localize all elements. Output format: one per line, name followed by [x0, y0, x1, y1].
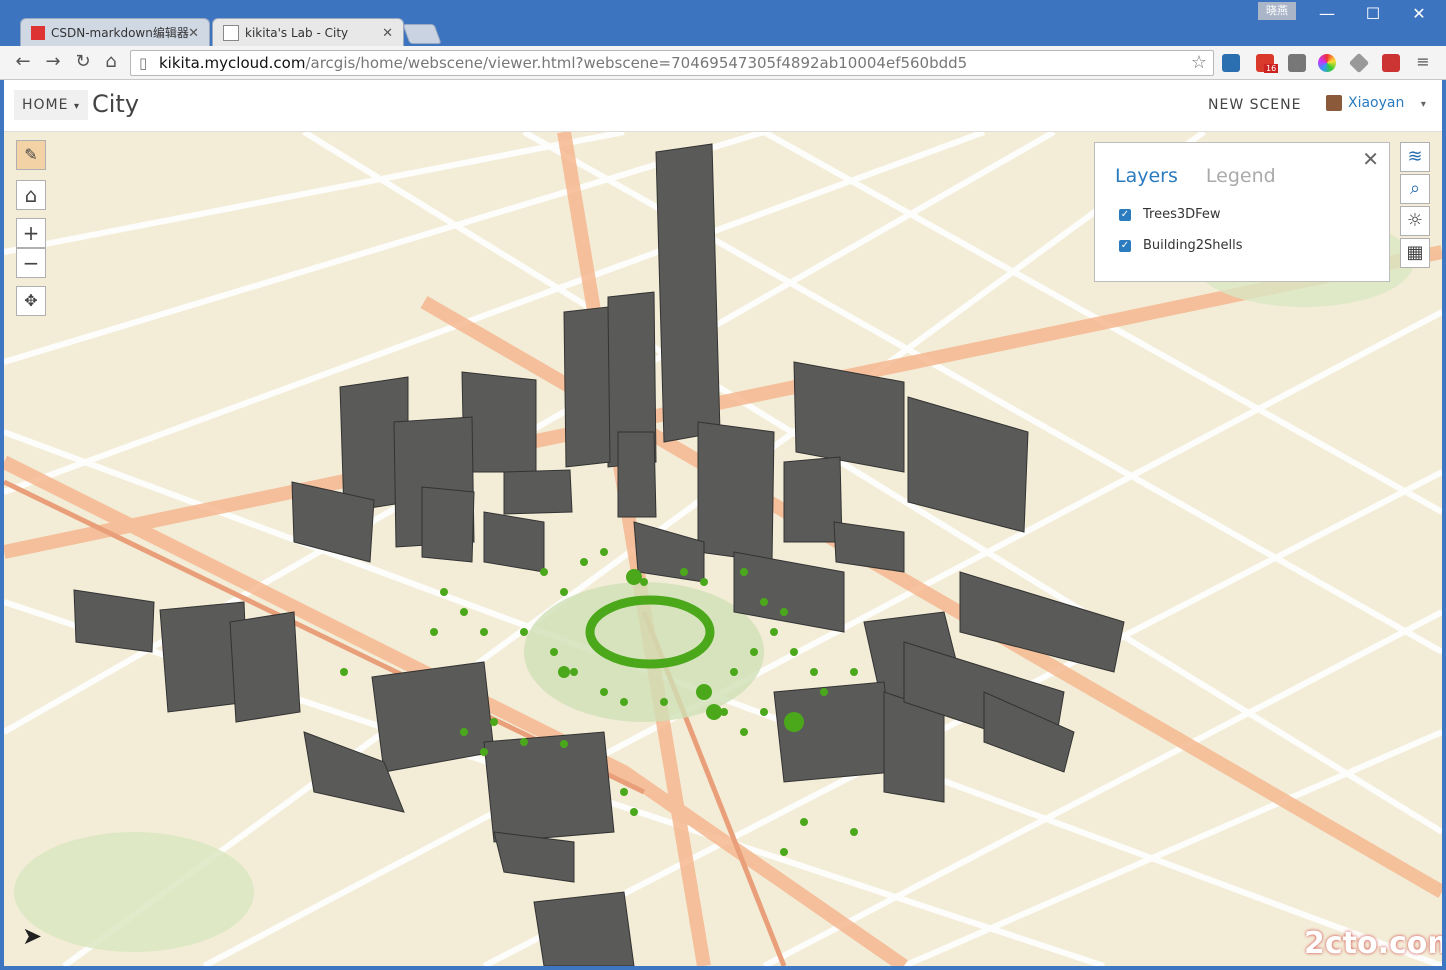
- gmail-count: 16: [1264, 64, 1279, 73]
- bookmark-extension-icon[interactable]: [1382, 54, 1400, 72]
- search-icon[interactable]: ⌕: [1400, 174, 1430, 204]
- close-tab-icon[interactable]: ✕: [382, 26, 393, 41]
- minimize-icon[interactable]: —: [1304, 4, 1350, 23]
- address-bar[interactable]: ▯ kikita.mycloud.com/arcgis/home/webscen…: [130, 50, 1214, 76]
- chevron-down-icon: ▾: [1420, 99, 1426, 110]
- bookmark-star-icon[interactable]: ☆: [1191, 51, 1207, 75]
- zoom-out-button[interactable]: −: [16, 248, 46, 278]
- watermark: 2cto.com: [1304, 926, 1442, 961]
- reload-icon[interactable]: ↻: [72, 51, 94, 73]
- menu-icon[interactable]: ≡: [1412, 51, 1434, 73]
- sketch-pencil-icon[interactable]: ✎: [16, 140, 46, 170]
- close-tab-icon[interactable]: ✕: [188, 26, 199, 41]
- zoom-in-button[interactable]: +: [16, 218, 46, 248]
- tab-label: kikita's Lab - City: [245, 25, 349, 40]
- tab-label: CSDN-markdown编辑器: [51, 26, 189, 40]
- close-window-icon[interactable]: ✕: [1396, 4, 1442, 23]
- layer-item-buildings[interactable]: ✓ Building2Shells: [1119, 238, 1243, 253]
- daylight-icon[interactable]: ☼: [1400, 206, 1430, 236]
- layer-item-trees[interactable]: ✓ Trees3DFew: [1119, 207, 1221, 222]
- bug-extension-icon[interactable]: [1288, 54, 1306, 72]
- profile-badge[interactable]: 晓燕: [1258, 2, 1296, 20]
- tab-city[interactable]: kikita's Lab - City ✕: [212, 18, 404, 46]
- back-icon[interactable]: ←: [12, 51, 34, 73]
- browser-window: CSDN-markdown编辑器 ✕ kikita's Lab - City ✕…: [0, 0, 1446, 970]
- close-icon[interactable]: ✕: [1362, 147, 1379, 171]
- home-menu-button[interactable]: HOME ▾: [14, 90, 88, 120]
- new-tab-button[interactable]: [402, 24, 442, 44]
- checkbox-checked-icon[interactable]: ✓: [1119, 239, 1131, 252]
- page-info-icon: ▯: [139, 54, 148, 72]
- home-view-icon[interactable]: ⌂: [16, 180, 46, 210]
- browser-toolbar: ← → ↻ ⌂ ▯ kikita.mycloud.com/arcgis/home…: [0, 46, 1446, 80]
- compass-icon[interactable]: ➤: [22, 922, 48, 950]
- avatar: [1326, 95, 1342, 111]
- download-extension-icon[interactable]: [1222, 54, 1240, 72]
- csdn-icon: [31, 25, 45, 40]
- url-path: /arcgis/home/webscene/viewer.html?websce…: [305, 54, 968, 72]
- checkbox-checked-icon[interactable]: ✓: [1119, 208, 1131, 221]
- tab-strip: CSDN-markdown编辑器 ✕ kikita's Lab - City ✕…: [0, 0, 1446, 46]
- extension-icon[interactable]: [1348, 52, 1370, 74]
- forward-icon[interactable]: →: [42, 51, 64, 73]
- new-scene-button[interactable]: NEW SCENE: [1208, 97, 1301, 113]
- gmail-icon[interactable]: 16: [1256, 54, 1279, 73]
- app-header: HOME ▾ City NEW SCENE Xiaoyan ▾: [4, 80, 1442, 132]
- tab-csdn[interactable]: CSDN-markdown编辑器 ✕: [20, 18, 210, 46]
- user-name: Xiaoyan: [1348, 95, 1405, 111]
- home-icon[interactable]: ⌂: [100, 51, 122, 73]
- scene-view[interactable]: ✎ ⌂ + − ✥ ≋ ⌕ ☼ ▦ Layers Legend ✕ ✓ Tree…: [4, 132, 1442, 966]
- color-picker-icon[interactable]: [1318, 54, 1336, 72]
- basemap-gallery-icon[interactable]: ▦: [1400, 238, 1430, 268]
- url-host: kikita.mycloud.com: [159, 54, 306, 72]
- tab-legend[interactable]: Legend: [1206, 165, 1276, 187]
- maximize-icon[interactable]: ☐: [1350, 4, 1396, 23]
- user-menu[interactable]: Xiaoyan ▾: [1326, 95, 1426, 111]
- home-label: HOME: [22, 97, 69, 113]
- pan-icon[interactable]: ✥: [16, 286, 46, 316]
- page-icon: [223, 24, 239, 41]
- layers-icon[interactable]: ≋: [1400, 142, 1430, 172]
- layers-panel: Layers Legend ✕ ✓ Trees3DFew ✓ Building2…: [1094, 142, 1390, 282]
- page-title: City: [92, 90, 140, 118]
- chevron-down-icon: ▾: [73, 101, 80, 112]
- tab-layers[interactable]: Layers: [1115, 165, 1178, 187]
- panel-tabs: Layers Legend: [1115, 165, 1276, 187]
- layer-label: Trees3DFew: [1143, 207, 1221, 222]
- layer-label: Building2Shells: [1143, 238, 1243, 253]
